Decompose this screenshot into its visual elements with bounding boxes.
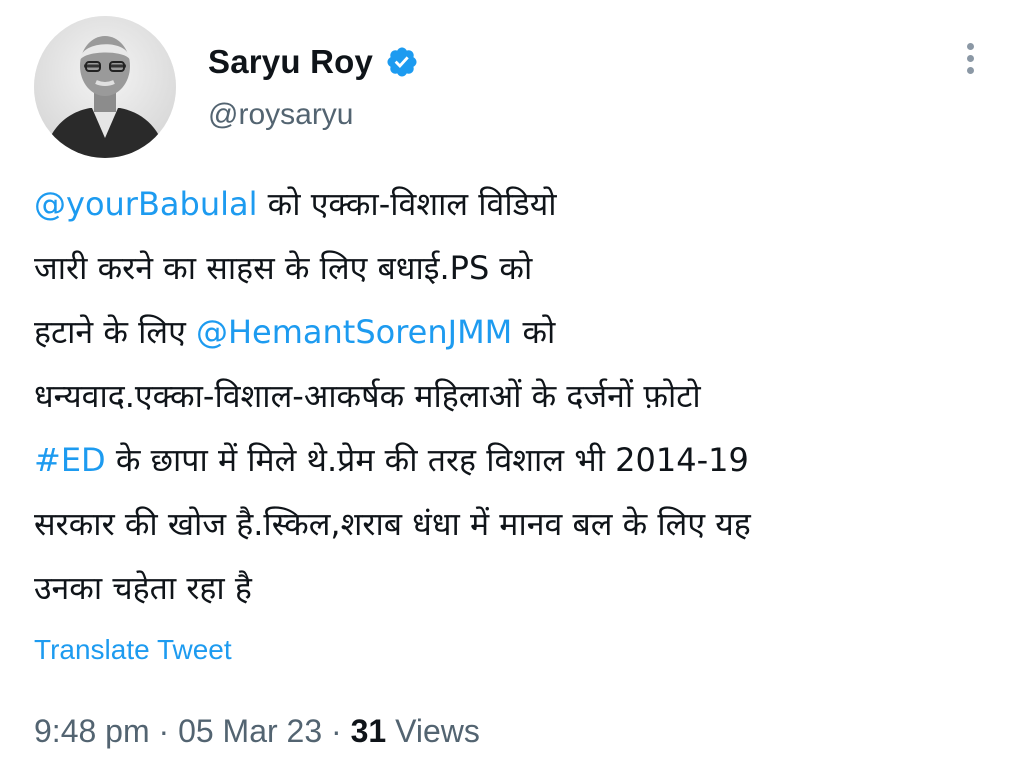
more-options-icon[interactable] — [950, 36, 990, 80]
profile-photo-icon — [34, 16, 176, 158]
verified-badge-icon — [387, 47, 417, 77]
tweet-text-segment: हटाने के लिए — [34, 313, 196, 351]
author-display-name[interactable]: Saryu Roy — [208, 43, 373, 81]
tweet-text-segment: के छापा में मिले थे.प्रेम की तरह विशाल भ… — [105, 441, 749, 479]
hashtag-link[interactable]: #ED — [34, 441, 106, 479]
tweet-text-segment: को एक्का-विशाल विडियो — [257, 185, 557, 223]
tweet-card: Saryu Roy @roysaryu @yourBabulal को एक्क… — [0, 0, 1024, 775]
meta-separator: · — [322, 713, 351, 749]
tweet-meta: 9:48 pm · 05 Mar 23 · 31 Views — [34, 713, 480, 750]
author-name-row: Saryu Roy — [208, 40, 419, 84]
tweet-text-segment: को — [512, 313, 556, 351]
views-count: 31 — [350, 713, 387, 749]
author-avatar[interactable] — [34, 16, 176, 158]
tweet-text-segment: सरकार की खोज है.स्किल,शराब धंधा में मानव… — [34, 505, 751, 543]
translate-tweet-link[interactable]: Translate Tweet — [34, 634, 232, 666]
tweet-body: @yourBabulal को एक्का-विशाल विडियो जारी … — [34, 172, 994, 620]
mention-link[interactable]: @HemantSorenJMM — [196, 313, 512, 351]
tweet-date[interactable]: 05 Mar 23 — [178, 713, 322, 749]
tweet-time[interactable]: 9:48 pm — [34, 713, 150, 749]
views-label: Views — [386, 713, 480, 749]
meta-separator: · — [149, 713, 179, 749]
mention-link[interactable]: @yourBabulal — [34, 185, 258, 223]
tweet-text-segment: उनका चहेता रहा है — [34, 569, 252, 607]
tweet-text-segment: जारी करने का साहस के लिए बधाई.PS को — [34, 249, 533, 287]
tweet-text-segment: धन्यवाद.एक्का-विशाल-आकर्षक महिलाओं के दर… — [34, 377, 701, 415]
author-handle[interactable]: @roysaryu — [208, 98, 354, 132]
